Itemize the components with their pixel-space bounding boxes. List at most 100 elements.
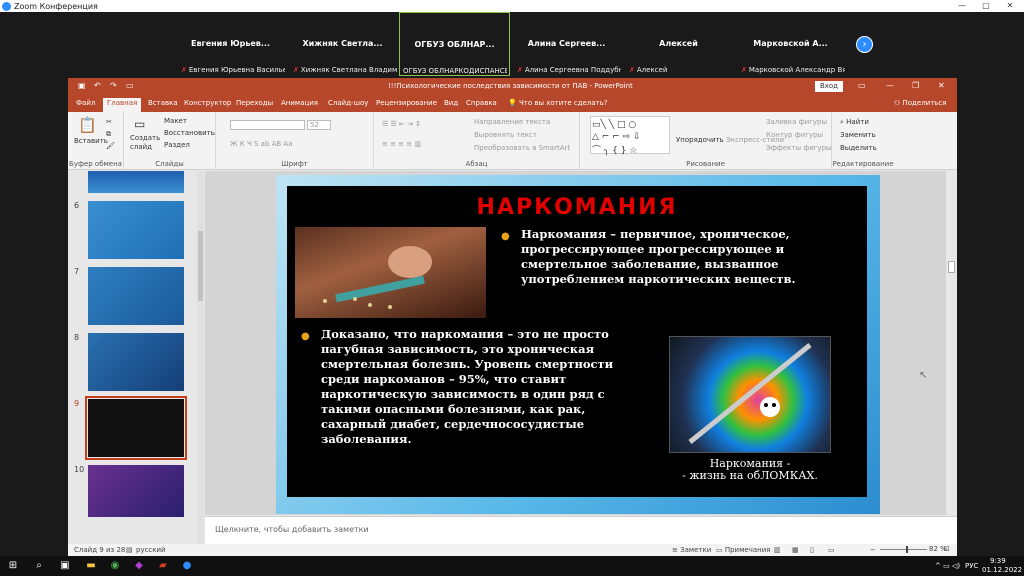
close-button[interactable]: ✕ (998, 0, 1022, 12)
zoom-icon[interactable]: ● (180, 559, 194, 573)
notes-placeholder: Щелкните, чтобы добавить заметки (215, 525, 369, 534)
tab-transitions[interactable]: Переходы (236, 98, 273, 112)
tray-icons[interactable]: ^ ▭ ◁) (935, 562, 960, 570)
shape-fill-button[interactable]: Заливка фигуры (766, 118, 827, 126)
present-icon[interactable]: ▭ (126, 81, 134, 90)
scroll-thumb[interactable] (198, 231, 203, 301)
select-button[interactable]: Выделить (840, 144, 877, 152)
reset-button[interactable]: Восстановить (164, 129, 215, 137)
copy-icon[interactable]: ⧉ (106, 130, 111, 139)
bold-button[interactable]: Ж К Ч S ab АВ Аа (230, 140, 293, 148)
slide-scrollbar[interactable] (946, 171, 957, 515)
replace-button[interactable]: Заменить (840, 131, 876, 139)
ribbon-display-icon[interactable]: ▭ (858, 81, 866, 90)
tab-animations[interactable]: Анимация (281, 98, 318, 112)
language-indicator[interactable]: русский (136, 546, 166, 554)
tab-home[interactable]: Главная (103, 98, 142, 112)
notes-pane[interactable]: Щелкните, чтобы добавить заметки (205, 516, 957, 544)
bullets-icon[interactable]: ☰ ☰ ⇤ ⇥ ↕ (382, 120, 421, 128)
fit-slide-icon[interactable]: ⊡ (944, 545, 950, 553)
redo-icon[interactable]: ↷ (110, 81, 117, 90)
participant-tile[interactable]: Алина Сергеев... ✗ Алина Сергеевна Поддуб… (511, 12, 622, 76)
thumbnails-scrollbar[interactable] (197, 171, 204, 544)
font-size-box[interactable]: 52 (307, 120, 331, 130)
search-icon[interactable]: ⌕ (32, 559, 46, 573)
sorter-view-icon[interactable]: ▦ (792, 546, 799, 554)
participant-tile[interactable]: Хижняк Светла... ✗ Хижняк Светлана Владим… (287, 12, 398, 76)
slide-thumbnail[interactable] (88, 171, 184, 193)
participant-tile[interactable]: Евгения Юрьев... ✗ Евгения Юрьевна Василь… (175, 12, 286, 76)
shape-outline-button[interactable]: Контур фигуры (766, 131, 823, 139)
paste-button[interactable]: Вставить (74, 137, 108, 145)
app-icon[interactable]: ◆ (132, 559, 146, 573)
minimize-button[interactable]: — (950, 0, 974, 12)
normal-view-icon[interactable]: ▥ (774, 546, 781, 554)
notes-button[interactable]: ≡ Заметки (672, 546, 711, 554)
shape-effects-button[interactable]: Эффекты фигуры (766, 144, 832, 152)
current-slide[interactable]: НАРКОМАНИЯ ● Наркомания – первичное, хро… (276, 175, 880, 514)
find-button[interactable]: ⌕ Найти (840, 118, 869, 127)
tab-slideshow[interactable]: Слайд-шоу (328, 98, 368, 112)
slide-bullet-1[interactable]: Наркомания – первичное, хроническое, про… (521, 227, 821, 287)
new-slide-button[interactable]: Создать слайд (130, 134, 160, 152)
tab-view[interactable]: Вид (444, 98, 458, 112)
slide-thumbnail[interactable] (88, 201, 184, 259)
input-language[interactable]: РУС (965, 562, 978, 570)
close-button[interactable]: ✕ (938, 81, 945, 90)
save-icon[interactable]: ▣ (78, 81, 86, 90)
tab-review[interactable]: Рецензирование (376, 98, 437, 112)
share-button[interactable]: ⚇ Поделиться (894, 98, 947, 112)
minimize-button[interactable]: — (886, 81, 894, 90)
text-direction-button[interactable]: Направление текста (474, 118, 550, 126)
tab-insert[interactable]: Вставка (148, 98, 178, 112)
slide-caption[interactable]: Наркомания - - жизнь на обЛОМКАХ. (669, 458, 831, 482)
participant-tile[interactable]: Марковской А... ✗ Марковской Александр Вя… (735, 12, 846, 76)
clock-date[interactable]: 01.12.2022 (982, 566, 1022, 574)
slide-bullet-2[interactable]: Доказано, что наркомания – это не просто… (321, 327, 641, 447)
zoom-slider-thumb[interactable] (906, 546, 908, 553)
slide-thumbnail[interactable] (88, 333, 184, 391)
align-text-button[interactable]: Выровнять текст (474, 131, 537, 139)
bullet-icon: ● (501, 231, 510, 242)
tab-help[interactable]: Справка (466, 98, 497, 112)
slide-image-syringe[interactable] (295, 227, 486, 318)
slide-thumbnail[interactable] (88, 465, 184, 517)
comments-button[interactable]: ▭ Примечания (716, 546, 770, 554)
reading-view-icon[interactable]: ▯ (810, 546, 814, 554)
arrange-button[interactable]: Упорядочить (676, 136, 724, 144)
powerpoint-icon[interactable]: ▰ (156, 559, 170, 573)
layout-button[interactable]: Макет (164, 117, 187, 125)
task-view-icon[interactable]: ▣ (58, 559, 72, 573)
tell-me-box[interactable]: 💡 Что вы хотите сделать? (508, 98, 608, 112)
restore-button[interactable]: ❐ (912, 81, 919, 90)
muted-mic-icon: ✗ (181, 66, 187, 74)
scroll-thumb[interactable] (948, 261, 955, 273)
participant-tile-active[interactable]: ОГБУЗ ОБЛНАР... ОГБУЗ ОБЛНАРКОДИСПАНСЕР (399, 12, 510, 76)
slideshow-view-icon[interactable]: ▭ (828, 546, 835, 554)
zoom-out-button[interactable]: − (870, 546, 876, 554)
maximize-button[interactable]: ▢ (974, 0, 998, 12)
spellcheck-icon[interactable]: ▤ (126, 546, 133, 554)
clock-time[interactable]: 9:39 (990, 557, 1006, 565)
chevron-right-icon[interactable]: › (856, 36, 873, 53)
cut-icon[interactable]: ✂ (106, 118, 112, 126)
smartart-button[interactable]: Преобразовать в SmartArt (474, 144, 570, 152)
section-button[interactable]: Раздел (164, 141, 190, 149)
file-explorer-icon[interactable]: ▬ (84, 559, 98, 573)
format-painter-icon[interactable]: 🖌 (106, 142, 115, 150)
signin-button[interactable]: Вход (815, 81, 843, 92)
slide-image-eye[interactable] (669, 336, 831, 453)
chrome-icon[interactable]: ◉ (108, 559, 122, 573)
muted-mic-icon: ✗ (629, 66, 635, 74)
slide-title[interactable]: НАРКОМАНИЯ (287, 195, 867, 220)
slide-thumbnail-selected[interactable] (85, 396, 187, 460)
caption-text: Наркомания - - жизнь на обЛОМКАХ. (682, 457, 818, 482)
align-icon[interactable]: ≡ ≡ ≡ ≡ ▥ (382, 140, 421, 148)
slide-thumbnail[interactable] (88, 267, 184, 325)
font-name-box[interactable] (230, 120, 305, 130)
participant-tile[interactable]: Алексей ✗ Алексей (623, 12, 734, 76)
tab-file[interactable]: Файл (76, 98, 95, 112)
tab-design[interactable]: Конструктор (184, 98, 231, 112)
windows-start-icon[interactable]: ⊞ (6, 559, 20, 573)
undo-icon[interactable]: ↶ (94, 81, 101, 90)
